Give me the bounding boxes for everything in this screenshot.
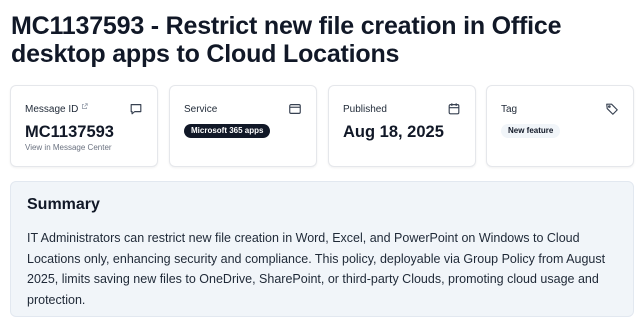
external-link-icon[interactable]: [81, 102, 89, 110]
tag-card-header: Tag: [501, 101, 619, 117]
page-title: MC1137593 - Restrict new file creation i…: [11, 12, 562, 68]
message-id-card: Message ID MC1137593 View in Message Cen…: [10, 85, 158, 167]
published-card-header: Published: [343, 101, 461, 117]
tag-card: Tag New feature: [486, 85, 634, 167]
published-card: Published Aug 18, 2025: [328, 85, 476, 167]
summary-section: Summary IT Administrators can restrict n…: [10, 181, 634, 317]
published-date: Aug 18, 2025: [343, 123, 444, 141]
calendar-icon: [447, 102, 461, 116]
tag-icon: [605, 102, 619, 116]
service-card-header: Service: [184, 101, 302, 117]
summary-text: IT Administrators can restrict new file …: [27, 231, 606, 307]
window-icon: [288, 102, 302, 116]
message-id-card-header: Message ID: [25, 101, 143, 117]
summary-heading: Summary: [27, 196, 100, 213]
message-icon: [129, 102, 143, 116]
message-id-label: Message ID: [25, 103, 79, 115]
service-badge: Microsoft 365 apps: [184, 124, 271, 138]
tag-badge: New feature: [501, 124, 561, 138]
service-card: Service Microsoft 365 apps: [169, 85, 317, 167]
published-label: Published: [343, 103, 387, 115]
message-id-label-group: Message ID: [25, 102, 89, 115]
service-label: Service: [184, 103, 218, 115]
view-in-message-center-link[interactable]: View in Message Center: [25, 143, 143, 152]
tag-label: Tag: [501, 103, 518, 115]
message-id-value: MC1137593: [25, 123, 114, 141]
